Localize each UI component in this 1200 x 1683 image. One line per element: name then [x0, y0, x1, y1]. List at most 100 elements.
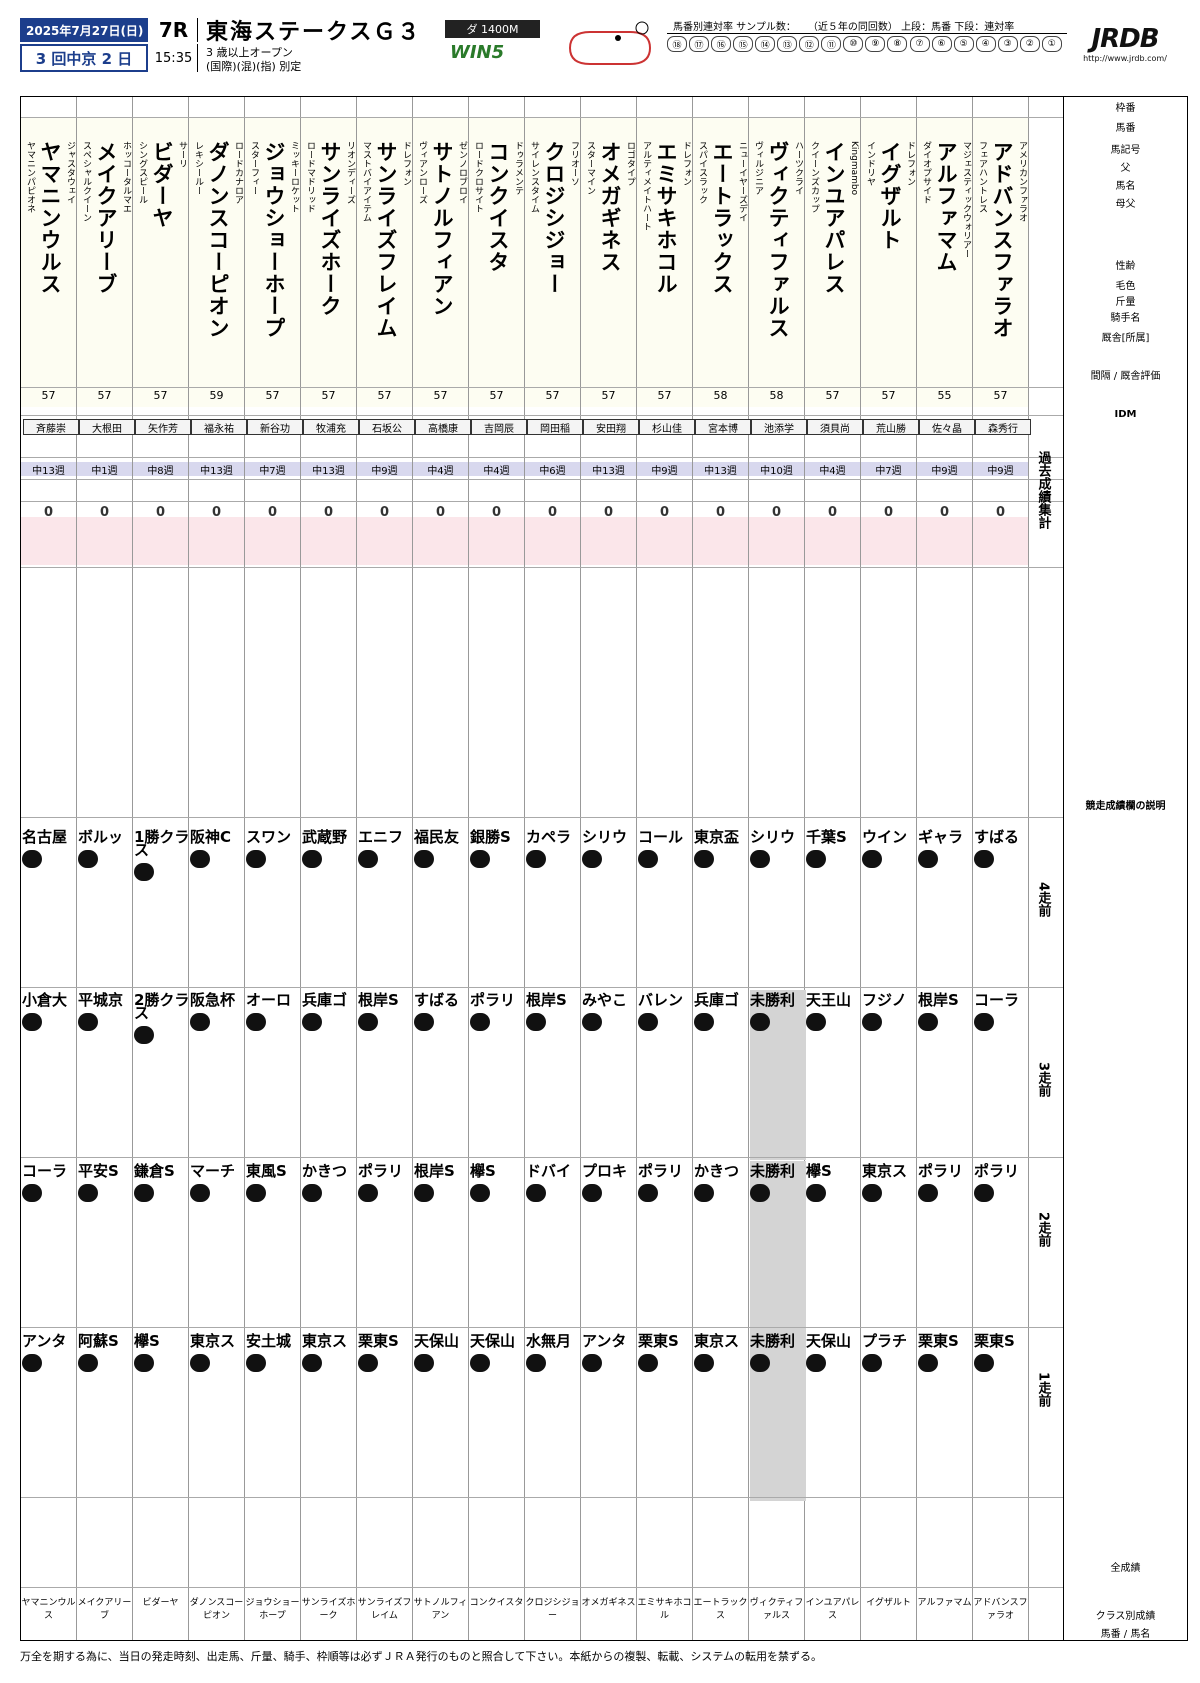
section-run-3: 3走前 — [1035, 1062, 1051, 1098]
post-number-row: ⑱⑰⑯⑮⑭⑬⑫⑪⑩⑨⑧⑦⑥⑤④③②① — [667, 36, 1062, 52]
dam-name: インドリヤ — [865, 141, 875, 186]
past-idm-badge — [750, 1184, 770, 1202]
past-race-cell: 天保山 — [414, 1331, 470, 1501]
post-number: ② — [1019, 36, 1040, 52]
horse-column: アルティメイトハート エミサキホコル ドレフォン 57 杉山佳 中9週 0 コール バレン ポ… — [637, 97, 695, 1640]
horse-name[interactable]: ジョウショーホープ — [261, 141, 287, 339]
past-idm-badge — [526, 1013, 546, 1031]
horse-name[interactable]: サンライズホーク — [317, 141, 343, 317]
past-idm-badge — [582, 1013, 602, 1031]
post-number: ③ — [997, 36, 1018, 52]
past-idm-badge — [750, 1354, 770, 1372]
sample-note: （近５年の同回数） 上段：馬番 下段：連対率 — [807, 22, 1015, 33]
past-race-cell: かきつ — [694, 1161, 750, 1331]
horse-name[interactable]: クロジシジョー — [541, 141, 567, 295]
label-total: クラス別成績 — [1095, 1611, 1156, 1622]
conditions-line-2: (国際)(混)(指) 別定 — [206, 60, 302, 73]
past-idm-badge — [470, 850, 490, 868]
past-idm-badge — [750, 850, 770, 868]
horse-name-block: ダイオプサイド アルファマム マジェスティックウォリアー — [917, 117, 972, 407]
post-number: ① — [1041, 36, 1062, 52]
label-idm: IDM — [1114, 409, 1137, 420]
past-idm-badge — [918, 1354, 938, 1372]
carried-weight: 57 — [153, 389, 168, 402]
jockey-name: 荒山勝 — [863, 419, 919, 435]
dam-name: スペシャルクイーン — [81, 141, 91, 222]
label-umaban: 馬番 — [1115, 123, 1136, 134]
past-race-name: 安土城 — [246, 1332, 292, 1350]
info-band — [77, 517, 132, 565]
past-race-cell: ボルッ — [78, 827, 134, 997]
horse-name[interactable]: インユアパレス — [821, 141, 847, 295]
short-horse-name: ダノンスコーピオン — [189, 1598, 244, 1621]
horse-name[interactable]: メイクアリーブ — [93, 141, 119, 295]
horse-column: スターマイン オメガギネス ロゴタイプ 57 安田翔 中13週 0 シリウ みやこ プロキ ア… — [581, 97, 639, 1640]
past-race-name: プロキ — [582, 1162, 628, 1180]
sire-name: ロゴタイプ — [625, 141, 635, 186]
horse-name[interactable]: サンライズフレイム — [373, 141, 399, 339]
grid-row-divider — [21, 987, 1063, 988]
horse-name-block: アルティメイトハート エミサキホコル ドレフォン — [637, 117, 692, 407]
past-idm-badge — [470, 1354, 490, 1372]
past-idm-badge — [78, 1184, 98, 1202]
grid-row-divider — [21, 567, 1063, 568]
past-race-name: 未勝利 — [750, 1162, 796, 1180]
past-race-name: 欅S — [134, 1332, 160, 1350]
sire-name: Kingmambo — [849, 141, 859, 196]
horse-column: ヴィルジニア ヴィクティファルス ハーツクライ 58 池添学 中10週 0 シリウ 未勝利 未… — [749, 97, 807, 1640]
past-race-name: 武蔵野 — [302, 828, 348, 846]
grid-row-divider — [21, 457, 1063, 458]
past-race-name: 平城京 — [78, 991, 124, 1009]
past-idm-badge — [246, 850, 266, 868]
past-race-name: ウイン — [862, 828, 908, 846]
info-band — [525, 517, 580, 565]
past-race-name: 根岸S — [414, 1162, 455, 1180]
horse-column: シングスピール ビダーヤ サーリ 57 矢作芳 中8週 0 1勝クラス 2勝クラス 鎌倉S 欅… — [133, 97, 191, 1640]
rest-weeks: 中9週 — [917, 462, 972, 477]
horse-name[interactable]: ビダーヤ — [149, 141, 175, 229]
past-race-name: プラチ — [862, 1332, 908, 1350]
past-race-cell: 水無月 — [526, 1331, 582, 1501]
horse-name[interactable]: ヤマニンウルス — [37, 141, 63, 295]
past-idm-badge — [862, 850, 882, 868]
horse-name[interactable]: アルファマム — [933, 141, 959, 273]
past-race-name: 東京ス — [862, 1162, 908, 1180]
section-run-1: 1走前 — [1035, 1372, 1051, 1408]
past-idm-badge — [582, 1184, 602, 1202]
past-race-cell: スワン — [246, 827, 302, 997]
past-idm-badge — [750, 1013, 770, 1031]
horse-name-block: ロードクロサイト コンクイスタ ドゥラメンテ — [469, 117, 524, 407]
jrdb-logo: JRDB http://www.jrdb.com/ — [1070, 24, 1180, 70]
horse-name-block: シングスピール ビダーヤ サーリ — [133, 117, 188, 407]
sample-label: 馬番別連対率 サンプル数： — [673, 22, 796, 33]
past-race-name: 未勝利 — [750, 991, 796, 1009]
past-idm-badge — [358, 1013, 378, 1031]
horse-name[interactable]: ヴィクティファルス — [765, 141, 791, 339]
past-race-cell: 東京ス — [302, 1331, 358, 1501]
sire-name: サーリ — [177, 141, 187, 168]
horse-name[interactable]: サトノルフィアン — [429, 141, 455, 317]
rest-weeks: 中9週 — [637, 462, 692, 477]
past-race-name: スワン — [246, 828, 292, 846]
past-idm-badge — [414, 1013, 434, 1031]
label-weight: 斤量 — [1115, 297, 1136, 308]
past-idm-badge — [638, 1184, 658, 1202]
horse-name[interactable]: エミサキホコル — [653, 141, 679, 295]
past-race-cell: プロキ — [582, 1161, 638, 1331]
info-band — [805, 517, 860, 565]
horse-name[interactable]: オメガギネス — [597, 141, 623, 273]
dam-name: スターマイン — [585, 141, 595, 195]
past-race-name: 未勝利 — [750, 1332, 796, 1350]
horse-name[interactable]: ダノンスコーピオン — [205, 141, 231, 339]
past-race-name: 水無月 — [526, 1332, 572, 1350]
horse-name[interactable]: コンクイスタ — [485, 141, 511, 273]
horse-name[interactable]: エートラックス — [709, 141, 735, 295]
jockey-name: 福永祐 — [191, 419, 247, 435]
past-race-name: シリウ — [582, 828, 628, 846]
past-idm-badge — [134, 1354, 154, 1372]
horse-name[interactable]: イグザルト — [877, 141, 903, 251]
horse-name[interactable]: アドバンスファラオ — [989, 141, 1015, 339]
past-idm-badge — [862, 1013, 882, 1031]
horse-name-block: ヤマニンパピオネ ヤマニンウルス ジャスタウェイ — [21, 117, 76, 407]
past-race-cell: 東京ス — [190, 1331, 246, 1501]
